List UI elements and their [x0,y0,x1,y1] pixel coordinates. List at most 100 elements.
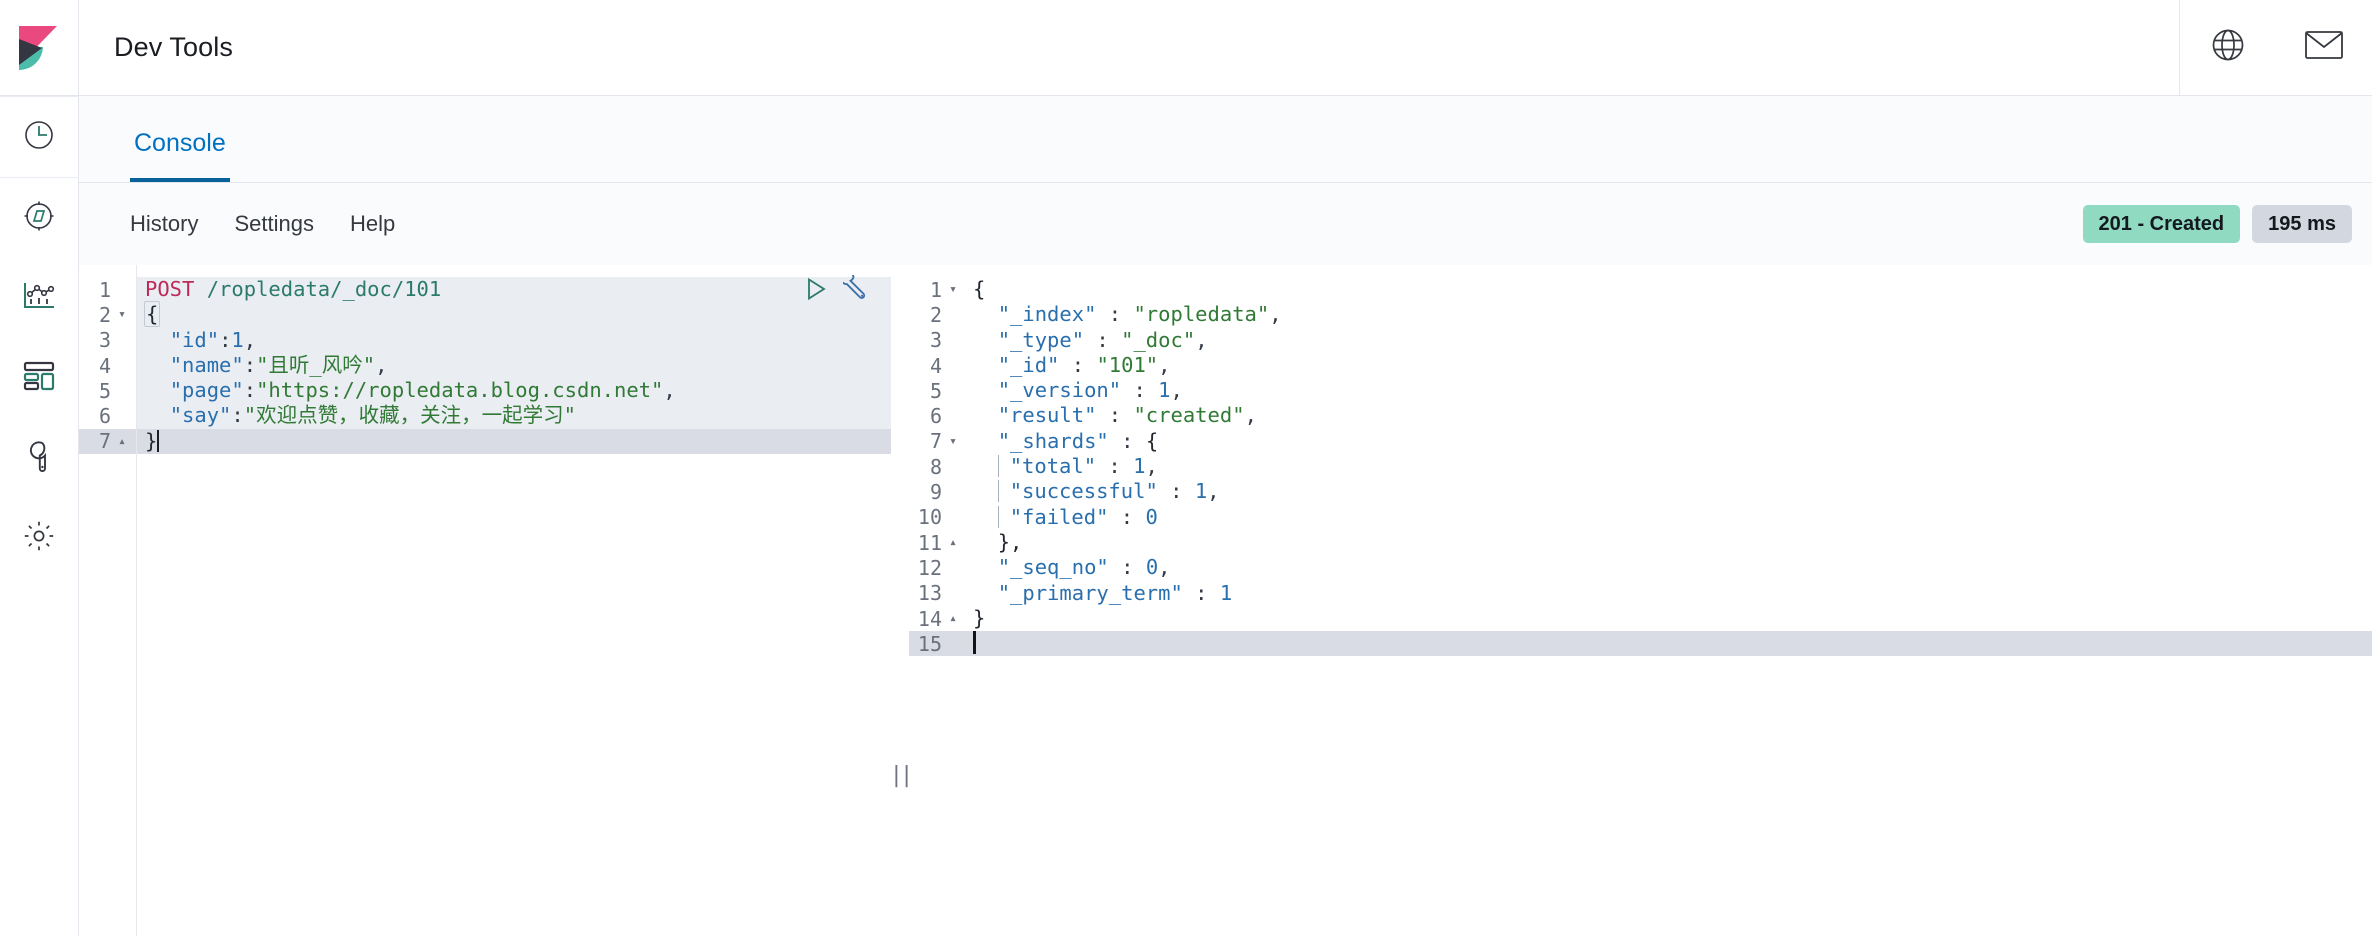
gutter-line[interactable]: 2 [79,302,136,327]
sidebar-item-discover[interactable] [0,178,79,258]
gear-icon [23,520,55,557]
gutter-line-active[interactable]: 7 [79,428,136,455]
text-caret [973,631,976,655]
json-value: "101" [1096,352,1159,377]
sidebar-item-visualize[interactable] [0,258,79,338]
line-number: 5 [929,378,942,403]
gutter-line[interactable]: 9 [909,479,967,504]
gutter-line[interactable]: 14 [909,606,967,631]
sidebar-item-recently-viewed[interactable] [0,97,79,177]
gutter-line[interactable]: 4 [79,353,136,378]
gutter-line[interactable]: 6 [79,403,136,428]
gutter-line[interactable]: 11 [909,530,967,555]
gutter-line[interactable]: 5 [909,378,967,403]
kibana-logo-icon [17,25,61,71]
help-globe-button[interactable] [2180,0,2276,95]
code-line: } [967,606,2372,631]
json-key: "name" [169,352,244,377]
logo-cell[interactable] [0,0,79,95]
code-line: { [137,301,891,328]
page-title: Dev Tools [114,32,233,62]
gutter-line[interactable]: 7 [909,429,967,454]
json-value: 0 [1145,504,1158,529]
gutter-line[interactable]: 4 [909,353,967,378]
gutter-line[interactable]: 6 [909,403,967,428]
close-brace: }, [997,529,1023,554]
history-link[interactable]: History [130,213,198,235]
json-value: 1 [1158,378,1171,403]
request-url: /ropledata/_doc/101 [206,277,442,301]
json-key: "page" [169,378,244,403]
fold-toggle[interactable] [946,611,960,626]
play-triangle-icon[interactable] [803,276,829,302]
splitter-grip-icon: || [889,763,913,788]
indent-guide [997,505,999,528]
time-badge: 195 ms [2252,205,2352,243]
wrench-icon [24,440,54,477]
json-key: "say" [169,403,232,428]
gutter-line[interactable]: 5 [79,378,136,403]
settings-link[interactable]: Settings [234,213,314,235]
open-brace: { [144,301,161,328]
json-key: "_seq_no" [997,555,1109,580]
fold-toggle[interactable] [946,434,960,449]
code-line-active [967,631,2372,657]
fold-toggle[interactable] [115,307,129,322]
help-globe-icon [2209,26,2247,69]
json-value: "https://ropledata.blog.csdn.net" [256,378,664,403]
code-line: "id":1, [137,327,891,353]
json-key: "_id" [997,352,1060,377]
line-number: 10 [917,505,942,530]
json-key: "_primary_term" [997,580,1183,605]
fold-toggle[interactable] [946,282,960,297]
code-line: "_type" : "_doc", [997,327,1208,352]
sidebar-item-management[interactable] [0,498,79,578]
json-key: "total" [1009,454,1097,479]
line-number: 8 [929,454,942,479]
line-number: 12 [917,555,942,580]
gutter-line[interactable]: 12 [909,555,967,580]
gutter-line-active[interactable]: 15 [909,631,967,657]
request-code-area[interactable]: POST /ropledata/_doc/101 { "id":1, "name… [137,265,891,936]
code-line: "total" : 1, [967,454,2372,479]
code-line-active: } [137,428,891,455]
tab-bar: Console [79,96,2372,183]
console-editors: 1 2 3 4 5 [79,265,2372,936]
wrench-icon[interactable] [843,275,871,303]
line-number: 5 [98,378,111,403]
json-value: 1 [1133,454,1146,479]
gutter-line[interactable]: 1 [909,277,967,302]
line-number: 6 [929,404,942,429]
json-value: "欢迎点赞，收藏，关注，一起学习" [243,403,576,428]
json-value: 1 [231,327,244,352]
mail-button[interactable] [2276,0,2372,95]
fold-toggle[interactable] [115,434,129,449]
gutter-line[interactable]: 8 [909,454,967,479]
line-number: 14 [917,606,942,631]
json-key: "id" [169,327,220,352]
help-link[interactable]: Help [350,213,395,235]
request-pane: 1 2 3 4 5 [79,265,891,936]
sidebar-item-dashboard[interactable] [0,338,79,418]
close-brace: } [145,428,158,453]
gutter-line[interactable]: 1 [79,277,136,302]
code-line: "_seq_no" : 0, [997,555,1171,580]
response-code-area[interactable]: { "_index" : "ropledata", "_type" : "_do… [967,265,2372,936]
json-value: "ropledata" [1133,302,1270,327]
gutter-line[interactable]: 13 [909,581,967,606]
gutter-line[interactable]: 3 [79,328,136,353]
compass-icon [23,200,55,237]
gutter-line[interactable]: 2 [909,302,967,327]
text-caret [157,429,160,452]
console-toolbar: History Settings Help 201 - Created 195 … [79,183,2372,265]
gutter-line[interactable]: 3 [909,328,967,353]
sidebar-item-dev-tools[interactable] [0,418,79,498]
code-line: "successful" : 1, [967,479,2372,504]
fold-toggle[interactable] [946,535,960,550]
indent-guide [997,480,999,503]
pane-splitter[interactable]: || [889,265,913,936]
header-right-actions [2179,0,2372,95]
tab-console[interactable]: Console [130,131,230,182]
line-number: 3 [929,328,942,353]
gutter-line[interactable]: 10 [909,505,967,530]
